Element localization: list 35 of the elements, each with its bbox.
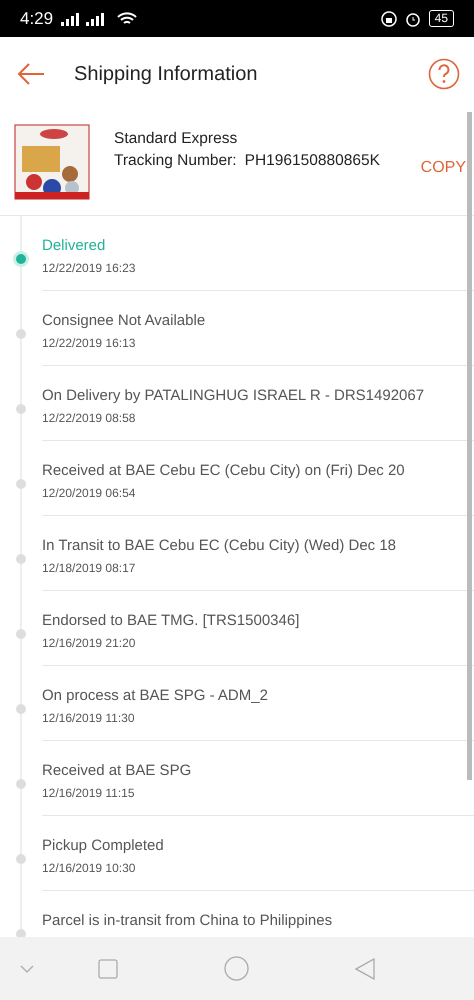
event-time: 12/20/2019 06:54 [42, 485, 136, 502]
event-time: 12/18/2019 08:17 [42, 560, 136, 577]
battery-level: 45 [428, 10, 454, 27]
tracking-number: PH196150880865K [244, 151, 380, 171]
event-status: Received at BAE Cebu EC (Cebu City) on (Fri) Dec 20 [42, 461, 406, 481]
clock-time: 4:29 [20, 8, 54, 30]
help-icon[interactable] [428, 58, 460, 90]
event-time: 12/16/2019 21:20 [42, 635, 136, 652]
back-arrow-icon[interactable] [16, 62, 46, 86]
copy-button[interactable]: COPY [420, 156, 466, 180]
carrier-name: Standard Express [114, 129, 238, 149]
event-status: On Delivery by PATALINGHUG ISRAEL R - DRS1492067 [42, 386, 426, 406]
event-status: In Transit to BAE Cebu EC (Cebu City) (Wed) Dec 18 [42, 536, 398, 556]
event-time: 12/22/2019 08:58 [42, 410, 136, 427]
tracking-label: Tracking Number: [114, 151, 237, 171]
event-status: Delivered [42, 236, 106, 256]
back-icon[interactable] [355, 958, 375, 980]
home-icon[interactable] [224, 956, 249, 981]
lock-icon [380, 10, 397, 26]
page-title: Shipping Information [74, 62, 258, 86]
event-time: 12/16/2019 11:15 [42, 785, 136, 802]
event-time: 12/22/2019 16:23 [42, 260, 136, 277]
alarm-icon [404, 10, 421, 26]
event-status: Consignee Not Available [42, 311, 206, 331]
event-status: Endorsed to BAE TMG. [TRS1500346] [42, 611, 300, 631]
event-status: On process at BAE SPG - ADM_2 [42, 686, 269, 706]
event-status: Pickup Completed [42, 836, 165, 856]
event-time: 12/16/2019 11:30 [42, 710, 136, 727]
chevron-down-icon[interactable] [20, 964, 34, 972]
event-status: Parcel is in-transit from China to Philippines [42, 911, 334, 931]
square-icon[interactable] [98, 958, 118, 978]
event-time: 12/16/2019 10:30 [42, 860, 136, 877]
event-time: 12/22/2019 16:13 [42, 335, 136, 352]
wifi-icon [117, 10, 138, 26]
event-status: Received at BAE SPG [42, 761, 192, 781]
